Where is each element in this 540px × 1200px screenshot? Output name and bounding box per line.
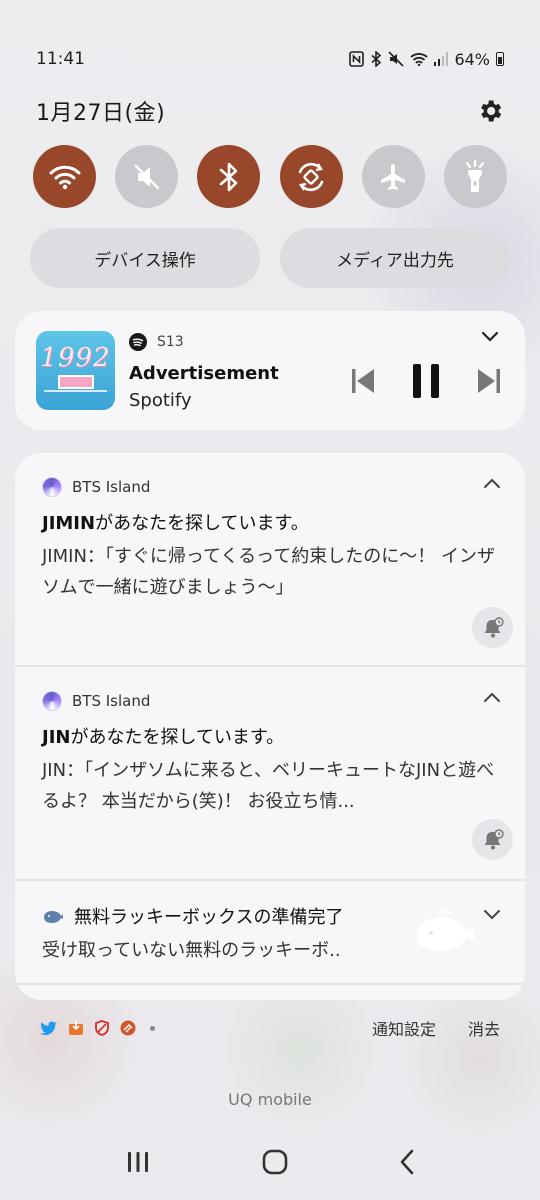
airplane-icon bbox=[381, 163, 406, 190]
mute-toggle[interactable] bbox=[115, 145, 179, 208]
footer-app-icons bbox=[40, 1020, 155, 1036]
notification-title-text: があなたを探しています。 bbox=[70, 727, 285, 748]
date-label: 1月27日(金) bbox=[36, 101, 166, 126]
media-expand-chevron-icon[interactable] bbox=[481, 331, 499, 343]
wifi-toggle[interactable] bbox=[33, 145, 96, 208]
media-controls bbox=[351, 363, 501, 399]
signal-icon bbox=[434, 52, 449, 66]
back-icon[interactable] bbox=[399, 1149, 415, 1175]
media-meta: S13 Advertisement Spotify bbox=[129, 333, 279, 411]
snooze-bell-icon bbox=[484, 616, 504, 637]
orange-app-icon bbox=[120, 1020, 136, 1036]
notification-title-text: があなたを探しています。 bbox=[95, 513, 309, 534]
shield-app-icon bbox=[95, 1020, 109, 1036]
media-app-row: S13 bbox=[129, 333, 279, 351]
notifications-panel: BTS Island JIMINがあなたを探しています。 JIMIN：「すぐに帰… bbox=[15, 453, 525, 1000]
navigation-bar bbox=[0, 1140, 540, 1184]
flashlight-icon bbox=[466, 159, 485, 192]
previous-track-icon[interactable] bbox=[351, 367, 375, 395]
notification-jimin[interactable]: BTS Island JIMINがあなたを探しています。 JIMIN：「すぐに帰… bbox=[15, 453, 525, 665]
notification-body: JIMIN：「すぐに帰ってくるって約束したのに～！ インザソムで一緒に遊びましょ… bbox=[42, 546, 495, 598]
bluetooth-icon bbox=[219, 162, 238, 191]
battery-icon bbox=[496, 52, 504, 66]
twitter-icon bbox=[40, 1021, 57, 1035]
rotate-icon bbox=[298, 162, 324, 191]
notification-title: JIMINがあなたを探しています。 bbox=[42, 509, 309, 535]
auto-rotate-toggle[interactable] bbox=[279, 145, 343, 208]
snooze-button[interactable] bbox=[472, 819, 513, 860]
more-dot-icon bbox=[150, 1025, 155, 1031]
album-art-year: 1992 bbox=[40, 343, 111, 373]
footer-actions: 通知設定 消去 bbox=[372, 1016, 500, 1040]
album-art-graphic bbox=[58, 375, 94, 389]
notification-title-name: JIN bbox=[42, 727, 71, 748]
media-output-button[interactable]: メディア出力先 bbox=[280, 228, 510, 288]
media-player-card[interactable]: 1992 S13 Advertisement Spotify bbox=[15, 311, 525, 430]
notification-body: 受け取っていない無料のラッキーボ.. bbox=[42, 940, 341, 961]
notification-jin[interactable]: BTS Island JINがあなたを探しています。 JIN：「インザソムに来る… bbox=[15, 667, 525, 879]
album-art: 1992 bbox=[36, 331, 115, 410]
mute-icon bbox=[134, 164, 159, 189]
home-icon[interactable] bbox=[262, 1149, 288, 1175]
media-app-label: S13 bbox=[157, 334, 184, 350]
notification-divider bbox=[15, 983, 525, 985]
snooze-button[interactable] bbox=[472, 607, 513, 648]
album-art-caption bbox=[44, 390, 107, 404]
bts-island-app-icon bbox=[42, 691, 62, 711]
quick-toggles bbox=[33, 145, 507, 209]
mute-status-icon bbox=[388, 51, 405, 67]
notification-header: BTS Island bbox=[42, 477, 150, 497]
recent-apps-icon[interactable] bbox=[125, 1150, 151, 1174]
clear-all-button[interactable]: 消去 bbox=[468, 1016, 500, 1040]
bluetooth-toggle[interactable] bbox=[197, 145, 261, 208]
media-title: Advertisement bbox=[129, 363, 279, 384]
notification-body: JIN：「インザソムに来ると、ベリーキュートなJINと遊べるよ？ 本当だから(笑… bbox=[42, 760, 495, 812]
notification-lucky-box[interactable]: 無料ラッキーボックスの準備完了 受け取っていない無料のラッキーボ.. bbox=[15, 881, 525, 981]
notification-title: JINがあなたを探しています。 bbox=[42, 723, 284, 749]
quick-settings-header: 1月27日(金) bbox=[36, 94, 504, 128]
spotify-icon bbox=[129, 333, 147, 351]
media-artist: Spotify bbox=[129, 390, 192, 411]
expand-chevron-icon[interactable] bbox=[483, 909, 501, 921]
battery-percent: 64% bbox=[454, 49, 490, 69]
bts-island-app-icon bbox=[42, 477, 62, 497]
notification-settings-button[interactable]: 通知設定 bbox=[372, 1016, 436, 1040]
status-icons: 64% bbox=[349, 50, 504, 69]
pause-icon[interactable] bbox=[411, 363, 441, 399]
download-app-icon bbox=[69, 1021, 83, 1035]
bluetooth-status-icon bbox=[371, 51, 382, 67]
notification-title-name: JIMIN bbox=[42, 513, 96, 534]
collapse-chevron-icon[interactable] bbox=[483, 477, 501, 489]
settings-gear-icon[interactable] bbox=[476, 97, 504, 125]
notification-header: BTS Island bbox=[42, 691, 150, 711]
notification-app-name: BTS Island bbox=[72, 478, 151, 496]
collapse-chevron-icon[interactable] bbox=[483, 691, 501, 703]
wifi-icon bbox=[49, 165, 80, 189]
status-time: 11:41 bbox=[36, 49, 85, 69]
notification-app-name: BTS Island bbox=[72, 692, 151, 710]
flashlight-toggle[interactable] bbox=[443, 145, 507, 208]
wifi-status-icon bbox=[410, 53, 429, 66]
device-control-button[interactable]: デバイス操作 bbox=[30, 228, 260, 288]
notification-title: 無料ラッキーボックスの準備完了 bbox=[74, 907, 344, 928]
airplane-toggle[interactable] bbox=[361, 145, 425, 208]
next-track-icon[interactable] bbox=[477, 367, 501, 395]
status-bar: 11:41 64% bbox=[36, 44, 504, 74]
notification-header: 無料ラッキーボックスの準備完了 bbox=[42, 903, 343, 929]
notification-footer: 通知設定 消去 bbox=[40, 1014, 500, 1042]
carrier-label: UQ mobile bbox=[228, 1090, 312, 1109]
whale-app-icon bbox=[44, 911, 63, 923]
nfc-icon bbox=[349, 51, 365, 67]
control-pills: デバイス操作 メディア出力先 bbox=[30, 228, 510, 288]
snooze-bell-icon bbox=[484, 828, 504, 849]
